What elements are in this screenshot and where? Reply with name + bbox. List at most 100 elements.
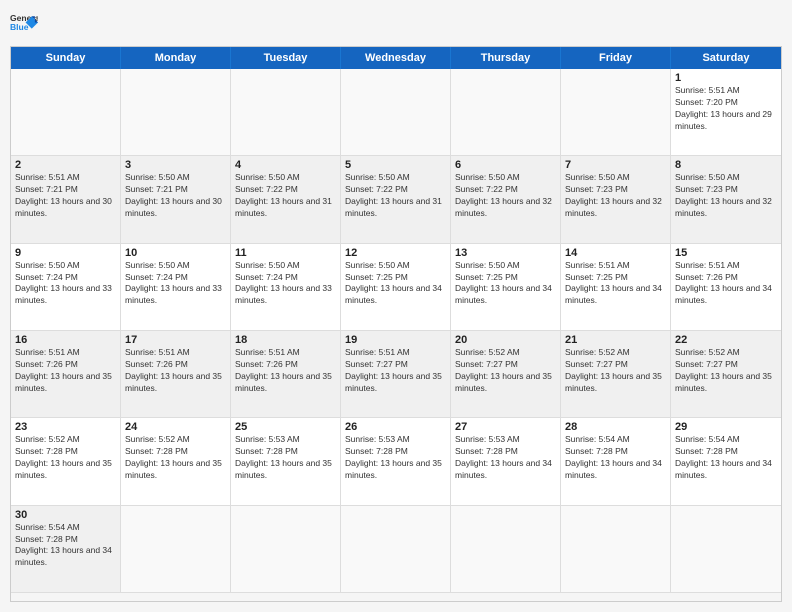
day-number: 30 <box>15 509 116 521</box>
cell-info: Sunrise: 5:50 AMSunset: 7:25 PMDaylight:… <box>455 260 556 308</box>
calendar: SundayMondayTuesdayWednesdayThursdayFrid… <box>10 46 782 602</box>
day-number: 26 <box>345 421 446 433</box>
calendar-cell-day-27: 27Sunrise: 5:53 AMSunset: 7:28 PMDayligh… <box>451 418 561 505</box>
cell-info: Sunrise: 5:50 AMSunset: 7:25 PMDaylight:… <box>345 260 446 308</box>
cell-info: Sunrise: 5:51 AMSunset: 7:27 PMDaylight:… <box>345 347 446 395</box>
day-number: 1 <box>675 72 777 84</box>
day-number: 29 <box>675 421 777 433</box>
calendar-cell-day-2: 2Sunrise: 5:51 AMSunset: 7:21 PMDaylight… <box>11 156 121 243</box>
calendar-cell-day-9: 9Sunrise: 5:50 AMSunset: 7:24 PMDaylight… <box>11 244 121 331</box>
day-number: 28 <box>565 421 666 433</box>
cell-info: Sunrise: 5:50 AMSunset: 7:23 PMDaylight:… <box>565 172 666 220</box>
logo-icon: General Blue <box>10 10 38 38</box>
calendar-cell-day-21: 21Sunrise: 5:52 AMSunset: 7:27 PMDayligh… <box>561 331 671 418</box>
day-header-tuesday: Tuesday <box>231 47 341 69</box>
calendar-cell-empty <box>11 69 121 156</box>
calendar-cell-empty <box>121 69 231 156</box>
calendar-cell-day-17: 17Sunrise: 5:51 AMSunset: 7:26 PMDayligh… <box>121 331 231 418</box>
calendar-cell-day-12: 12Sunrise: 5:50 AMSunset: 7:25 PMDayligh… <box>341 244 451 331</box>
day-number: 10 <box>125 247 226 259</box>
day-number: 17 <box>125 334 226 346</box>
day-number: 18 <box>235 334 336 346</box>
cell-info: Sunrise: 5:50 AMSunset: 7:24 PMDaylight:… <box>235 260 336 308</box>
calendar-cell-day-4: 4Sunrise: 5:50 AMSunset: 7:22 PMDaylight… <box>231 156 341 243</box>
cell-info: Sunrise: 5:51 AMSunset: 7:25 PMDaylight:… <box>565 260 666 308</box>
calendar-cell-day-26: 26Sunrise: 5:53 AMSunset: 7:28 PMDayligh… <box>341 418 451 505</box>
calendar-cell-day-3: 3Sunrise: 5:50 AMSunset: 7:21 PMDaylight… <box>121 156 231 243</box>
day-number: 27 <box>455 421 556 433</box>
calendar-cell-day-6: 6Sunrise: 5:50 AMSunset: 7:22 PMDaylight… <box>451 156 561 243</box>
calendar-cell-empty <box>451 506 561 593</box>
day-number: 13 <box>455 247 556 259</box>
calendar-cell-day-30: 30Sunrise: 5:54 AMSunset: 7:28 PMDayligh… <box>11 506 121 593</box>
calendar-cell-day-8: 8Sunrise: 5:50 AMSunset: 7:23 PMDaylight… <box>671 156 781 243</box>
cell-info: Sunrise: 5:50 AMSunset: 7:22 PMDaylight:… <box>345 172 446 220</box>
cell-info: Sunrise: 5:51 AMSunset: 7:26 PMDaylight:… <box>125 347 226 395</box>
day-header-saturday: Saturday <box>671 47 781 69</box>
day-number: 24 <box>125 421 226 433</box>
page: General Blue SundayMondayTuesdayWednesda… <box>0 0 792 612</box>
day-number: 4 <box>235 159 336 171</box>
cell-info: Sunrise: 5:50 AMSunset: 7:21 PMDaylight:… <box>125 172 226 220</box>
calendar-cell-empty <box>341 506 451 593</box>
cell-info: Sunrise: 5:51 AMSunset: 7:26 PMDaylight:… <box>675 260 777 308</box>
day-number: 21 <box>565 334 666 346</box>
cell-info: Sunrise: 5:52 AMSunset: 7:28 PMDaylight:… <box>125 434 226 482</box>
day-number: 22 <box>675 334 777 346</box>
cell-info: Sunrise: 5:50 AMSunset: 7:22 PMDaylight:… <box>455 172 556 220</box>
calendar-cell-day-29: 29Sunrise: 5:54 AMSunset: 7:28 PMDayligh… <box>671 418 781 505</box>
cell-info: Sunrise: 5:51 AMSunset: 7:21 PMDaylight:… <box>15 172 116 220</box>
day-number: 20 <box>455 334 556 346</box>
cell-info: Sunrise: 5:53 AMSunset: 7:28 PMDaylight:… <box>235 434 336 482</box>
calendar-cell-empty <box>121 506 231 593</box>
calendar-cell-day-1: 1Sunrise: 5:51 AMSunset: 7:20 PMDaylight… <box>671 69 781 156</box>
calendar-cell-day-23: 23Sunrise: 5:52 AMSunset: 7:28 PMDayligh… <box>11 418 121 505</box>
calendar-cell-empty <box>341 69 451 156</box>
cell-info: Sunrise: 5:52 AMSunset: 7:28 PMDaylight:… <box>15 434 116 482</box>
calendar-cell-empty <box>231 69 341 156</box>
calendar-cell-empty <box>231 506 341 593</box>
day-number: 16 <box>15 334 116 346</box>
calendar-cell-day-28: 28Sunrise: 5:54 AMSunset: 7:28 PMDayligh… <box>561 418 671 505</box>
cell-info: Sunrise: 5:54 AMSunset: 7:28 PMDaylight:… <box>675 434 777 482</box>
calendar-cell-day-7: 7Sunrise: 5:50 AMSunset: 7:23 PMDaylight… <box>561 156 671 243</box>
calendar-cell-day-20: 20Sunrise: 5:52 AMSunset: 7:27 PMDayligh… <box>451 331 561 418</box>
day-number: 12 <box>345 247 446 259</box>
cell-info: Sunrise: 5:52 AMSunset: 7:27 PMDaylight:… <box>455 347 556 395</box>
calendar-cell-day-16: 16Sunrise: 5:51 AMSunset: 7:26 PMDayligh… <box>11 331 121 418</box>
cell-info: Sunrise: 5:53 AMSunset: 7:28 PMDaylight:… <box>455 434 556 482</box>
day-number: 15 <box>675 247 777 259</box>
calendar-cell-empty <box>671 506 781 593</box>
cell-info: Sunrise: 5:50 AMSunset: 7:23 PMDaylight:… <box>675 172 777 220</box>
calendar-cell-day-15: 15Sunrise: 5:51 AMSunset: 7:26 PMDayligh… <box>671 244 781 331</box>
day-number: 3 <box>125 159 226 171</box>
header: General Blue <box>10 10 782 38</box>
day-number: 2 <box>15 159 116 171</box>
cell-info: Sunrise: 5:50 AMSunset: 7:24 PMDaylight:… <box>15 260 116 308</box>
cell-info: Sunrise: 5:54 AMSunset: 7:28 PMDaylight:… <box>565 434 666 482</box>
day-headers: SundayMondayTuesdayWednesdayThursdayFrid… <box>11 47 781 69</box>
calendar-cell-day-22: 22Sunrise: 5:52 AMSunset: 7:27 PMDayligh… <box>671 331 781 418</box>
calendar-cell-day-11: 11Sunrise: 5:50 AMSunset: 7:24 PMDayligh… <box>231 244 341 331</box>
day-number: 7 <box>565 159 666 171</box>
calendar-cell-empty <box>451 69 561 156</box>
day-number: 6 <box>455 159 556 171</box>
day-number: 19 <box>345 334 446 346</box>
cell-info: Sunrise: 5:52 AMSunset: 7:27 PMDaylight:… <box>675 347 777 395</box>
calendar-cell-day-10: 10Sunrise: 5:50 AMSunset: 7:24 PMDayligh… <box>121 244 231 331</box>
day-number: 23 <box>15 421 116 433</box>
day-number: 25 <box>235 421 336 433</box>
cell-info: Sunrise: 5:54 AMSunset: 7:28 PMDaylight:… <box>15 522 116 570</box>
calendar-cell-empty <box>561 506 671 593</box>
calendar-cell-day-24: 24Sunrise: 5:52 AMSunset: 7:28 PMDayligh… <box>121 418 231 505</box>
calendar-cell-empty <box>561 69 671 156</box>
calendar-cell-day-14: 14Sunrise: 5:51 AMSunset: 7:25 PMDayligh… <box>561 244 671 331</box>
day-number: 11 <box>235 247 336 259</box>
calendar-cell-day-13: 13Sunrise: 5:50 AMSunset: 7:25 PMDayligh… <box>451 244 561 331</box>
day-header-monday: Monday <box>121 47 231 69</box>
day-header-friday: Friday <box>561 47 671 69</box>
cell-info: Sunrise: 5:50 AMSunset: 7:24 PMDaylight:… <box>125 260 226 308</box>
svg-text:Blue: Blue <box>10 22 29 32</box>
cell-info: Sunrise: 5:50 AMSunset: 7:22 PMDaylight:… <box>235 172 336 220</box>
day-number: 8 <box>675 159 777 171</box>
